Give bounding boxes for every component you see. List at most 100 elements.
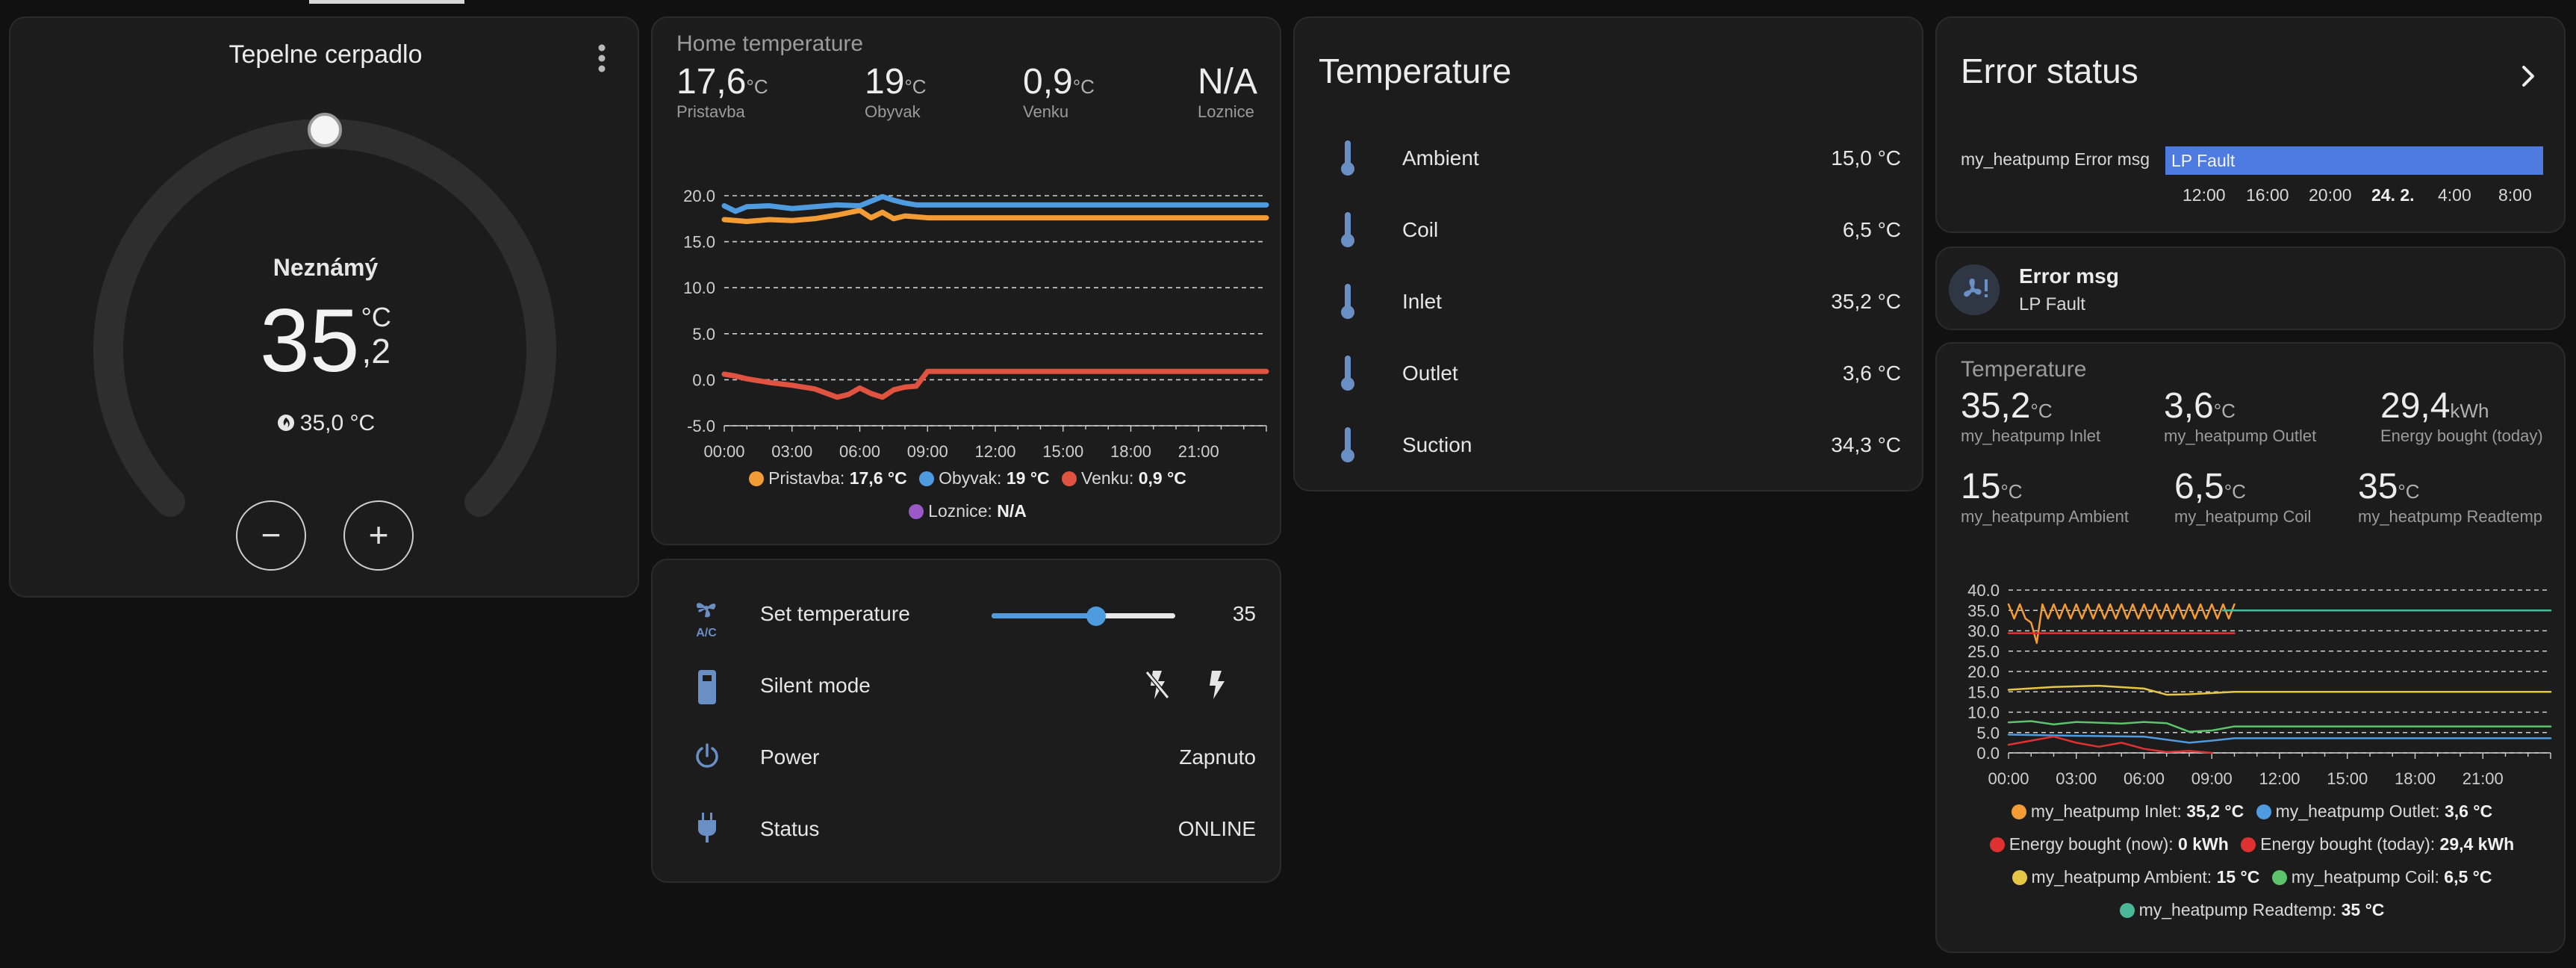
- legend-label: my_heatpump Ambient:: [2031, 867, 2217, 887]
- x-tick-label: 06:00: [839, 442, 880, 461]
- temperature-row-inlet[interactable]: Inlet 35,2 °C: [1295, 281, 1922, 326]
- sensor-unit: °C: [2000, 480, 2023, 503]
- legend-value: 0,9 °C: [1138, 468, 1186, 488]
- series-line-venku: [721, 368, 1269, 400]
- status-label: Status: [760, 817, 820, 840]
- legend-item-energy-now[interactable]: Energy bought (now): 0 kWh: [1989, 834, 2229, 854]
- hp-sensor-ambient[interactable]: 15°C my_heatpump Ambient: [1961, 466, 2129, 527]
- silent-mode-label: Silent mode: [760, 674, 871, 697]
- hp-sensor-outlet[interactable]: 3,6°C my_heatpump Outlet: [2164, 385, 2316, 446]
- row-value: 3,6 °C: [1842, 362, 1901, 385]
- legend-label: Loznice:: [928, 501, 998, 521]
- heatpump-temperature-card[interactable]: Temperature 35,2°C my_heatpump Inlet 3,6…: [1935, 342, 2566, 953]
- hp-sensor-coil[interactable]: 6,5°C my_heatpump Coil: [2174, 466, 2311, 527]
- sensor-unit: °C: [2224, 480, 2246, 503]
- y-tick-label: 5.0: [1976, 724, 2000, 742]
- x-tick-label: 21:00: [1178, 442, 1219, 461]
- slider-handle[interactable]: [1086, 606, 1107, 626]
- temperature-row-coil[interactable]: Coil 6,5 °C: [1295, 209, 1922, 254]
- sensor-unit: kWh: [2450, 400, 2489, 422]
- temp-integer: 35: [260, 291, 360, 391]
- card-title: Home temperature: [676, 31, 864, 56]
- timeline-bar-label: LP Fault: [2171, 151, 2236, 170]
- set-temperature-label: Set temperature: [760, 602, 910, 625]
- sensor-name: Obyvak: [865, 102, 921, 121]
- sensor-unit: °C: [2030, 400, 2053, 422]
- legend-dot: [749, 471, 765, 486]
- error-msg-tile[interactable]: Error msg LP Fault: [1935, 246, 2566, 330]
- increase-button[interactable]: +: [343, 500, 414, 571]
- home-sensor-obyvak[interactable]: 19°C Obyvak: [865, 61, 927, 122]
- chevron-right-icon[interactable]: [2516, 63, 2539, 90]
- temp-unit: °C: [361, 302, 391, 332]
- legend-item-venku[interactable]: Venku: 0,9 °C: [1062, 468, 1186, 488]
- x-tick-label: 06:00: [2124, 769, 2165, 788]
- sensor-name: my_heatpump Coil: [2174, 507, 2312, 526]
- home-sensor-loznice[interactable]: N/A Loznice: [1198, 61, 1257, 122]
- hp-sensor-energy-today[interactable]: 29,4kWh Energy bought (today): [2380, 385, 2543, 446]
- sensor-value: 29,4: [2380, 386, 2451, 426]
- home-sensor-venku[interactable]: 0,9°C Venku: [1023, 61, 1095, 122]
- legend-item-obyvak[interactable]: Obyvak: 19 °C: [919, 468, 1050, 488]
- timeline-bar[interactable]: LP Fault: [2165, 146, 2543, 175]
- y-tick-label: 15.0: [1967, 683, 2000, 701]
- card-title: Temperature: [1961, 357, 2087, 382]
- power-value[interactable]: Zapnuto: [1179, 745, 1256, 769]
- sensor-unit: °C: [1072, 75, 1095, 98]
- plug-icon: [698, 813, 716, 843]
- timeline-tick: 24. 2.: [2371, 185, 2415, 205]
- y-tick-label: 0.0: [692, 370, 715, 389]
- temperature-row-outlet[interactable]: Outlet 3,6 °C: [1295, 353, 1922, 397]
- legend-label: my_heatpump Outlet:: [2275, 801, 2445, 821]
- sensor-name: my_heatpump Ambient: [1961, 507, 2129, 526]
- decrease-button[interactable]: −: [236, 500, 306, 571]
- set-temperature-value: 35: [1232, 602, 1256, 625]
- home-sensor-pristavba[interactable]: 17,6°C Pristavba: [676, 61, 768, 122]
- temperature-row-suction[interactable]: Suction 34,3 °C: [1295, 424, 1922, 469]
- legend-item-coil[interactable]: my_heatpump Coil: 6,5 °C: [2271, 867, 2492, 887]
- legend-item-readtemp[interactable]: my_heatpump Readtemp: 35 °C: [2119, 900, 2385, 919]
- legend-item-energy-today[interactable]: Energy bought (today): 29,4 kWh: [2241, 834, 2514, 854]
- legend-item-pristavba[interactable]: Pristavba: 17,6 °C: [749, 468, 907, 488]
- legend-label: my_heatpump Inlet:: [2030, 801, 2187, 821]
- y-tick-label: 0.0: [1976, 744, 2000, 763]
- series-line-obyvak: [721, 193, 1269, 214]
- legend-value: 6,5 °C: [2444, 867, 2492, 887]
- x-tick-label: 09:00: [2191, 769, 2233, 788]
- temperature-row-ambient[interactable]: Ambient 15,0 °C: [1295, 137, 1922, 182]
- sensor-name: my_heatpump Readtemp: [2358, 507, 2543, 526]
- flash-icon[interactable]: [1204, 668, 1229, 702]
- home-temperature-card[interactable]: Home temperature 17,6°C Pristavba 19°C O…: [651, 16, 1281, 545]
- heatpump-temperature-chart[interactable]: 40.035.0 30.025.0 20.0 15.0 10.0 5.0 0.0 00:00 0…: [1937, 571, 2566, 804]
- sensor-value: 35,2: [1961, 386, 2031, 426]
- legend-value: 19 °C: [1006, 468, 1050, 488]
- x-tick-label: 09:00: [907, 442, 948, 461]
- x-tick-label: 12:00: [974, 442, 1015, 461]
- thermometer-icon: [1341, 212, 1354, 247]
- x-tick-label: 18:00: [2395, 769, 2436, 788]
- hp-sensor-readtemp[interactable]: 35°C my_heatpump Readtemp: [2358, 466, 2542, 527]
- thermostat-state: Neznámý: [273, 254, 379, 281]
- hp-sensor-inlet[interactable]: 35,2°C my_heatpump Inlet: [1961, 385, 2100, 446]
- timeline-tick: 8:00: [2498, 185, 2532, 205]
- legend-item-loznice[interactable]: Loznice: N/A: [909, 501, 1027, 521]
- y-tick-label: -5.0: [687, 417, 715, 435]
- legend-value: 35 °C: [2341, 900, 2385, 919]
- legend-item-inlet[interactable]: my_heatpump Inlet: 35,2 °C: [2011, 801, 2244, 821]
- home-temperature-chart[interactable]: 20.0 15.0 10.0 5.0 0.0 -5.0 00:00 03:00 06:00 09:…: [653, 175, 1281, 466]
- error-status-card[interactable]: Error status my_heatpump Error msg LP Fa…: [1935, 16, 2566, 233]
- card-title: Error status: [1961, 52, 2138, 90]
- series-line-my-heatpump-outlet: [2007, 733, 2552, 744]
- thermometer-icon: [1341, 427, 1354, 462]
- legend-item-ambient[interactable]: my_heatpump Ambient: 15 °C: [2012, 867, 2259, 887]
- x-tick-label: 03:00: [2056, 769, 2097, 788]
- timeline-entity-name: my_heatpump Error msg: [1961, 149, 2150, 169]
- plus-icon: +: [368, 515, 389, 554]
- sensor-name: Energy bought (today): [2380, 426, 2543, 445]
- y-tick-label: 5.0: [692, 325, 715, 344]
- set-temperature-slider[interactable]: [992, 602, 1175, 629]
- legend-item-outlet[interactable]: my_heatpump Outlet: 3,6 °C: [2256, 801, 2492, 821]
- x-tick-label: 12:00: [2259, 769, 2300, 788]
- flash-off-icon[interactable]: [1142, 668, 1172, 702]
- home-chart-legend: Pristavba: 17,6 °C Obyvak: 19 °C Venku: …: [653, 462, 1280, 527]
